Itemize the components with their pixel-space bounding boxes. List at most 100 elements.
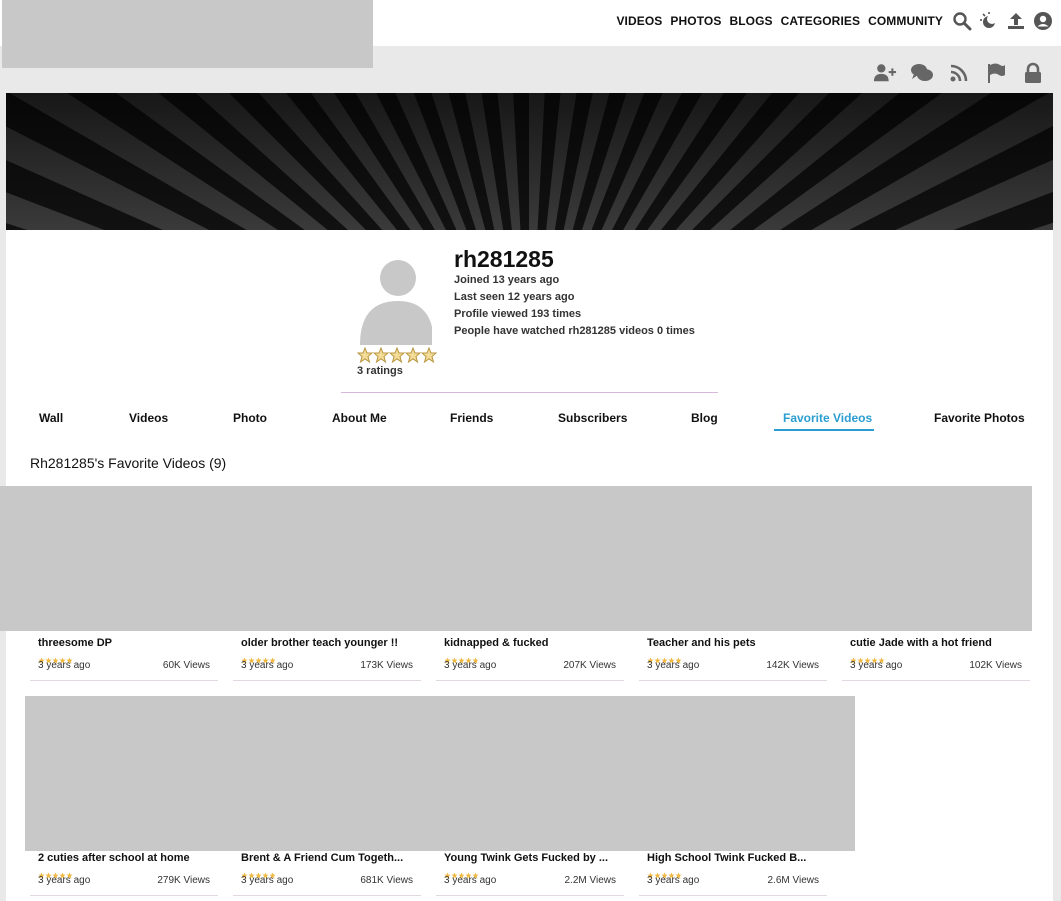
star-icon bbox=[668, 651, 675, 664]
video-star-rating bbox=[38, 651, 73, 664]
banner-rays bbox=[6, 93, 1053, 230]
add-friend-icon[interactable] bbox=[873, 62, 897, 84]
last-seen-text: Last seen 12 years ago bbox=[454, 291, 575, 303]
video-views: 60K Views bbox=[162, 660, 210, 671]
card-divider bbox=[30, 895, 218, 896]
star-icon bbox=[241, 866, 248, 879]
video-title[interactable]: Teacher and his pets bbox=[647, 637, 825, 649]
star-icon bbox=[255, 651, 262, 664]
video-age: 3 years ago bbox=[647, 875, 700, 886]
upload-icon[interactable] bbox=[1006, 10, 1026, 32]
video-title[interactable]: threesome DP bbox=[38, 637, 216, 649]
star-icon bbox=[451, 651, 458, 664]
site-logo[interactable] bbox=[2, 0, 373, 68]
video-age: 3 years ago bbox=[241, 875, 294, 886]
profile-views-text: Profile viewed 193 times bbox=[454, 308, 582, 320]
star-icon bbox=[255, 866, 262, 879]
profile-actions bbox=[873, 62, 1045, 84]
nav-blogs[interactable]: BLOGS bbox=[729, 14, 772, 28]
tab-subscribers[interactable]: Subscribers bbox=[558, 411, 627, 425]
theme-toggle-icon[interactable] bbox=[979, 10, 999, 32]
card-divider bbox=[436, 680, 624, 681]
star-icon bbox=[472, 866, 479, 879]
tab-videos[interactable]: Videos bbox=[129, 411, 168, 425]
star-icon bbox=[668, 866, 675, 879]
card-divider bbox=[30, 680, 218, 681]
section-title: Rh281285's Favorite Videos (9) bbox=[30, 455, 227, 471]
video-star-rating bbox=[444, 866, 479, 879]
video-thumbnails-row-1[interactable] bbox=[0, 486, 1032, 631]
tab-blog[interactable]: Blog bbox=[691, 411, 718, 425]
tab-friends[interactable]: Friends bbox=[450, 411, 493, 425]
star-icon bbox=[38, 651, 45, 664]
star-icon bbox=[52, 651, 59, 664]
video-age: 3 years ago bbox=[647, 660, 700, 671]
video-thumbnails-row-2[interactable] bbox=[25, 696, 855, 851]
star-icon bbox=[465, 651, 472, 664]
message-icon[interactable] bbox=[910, 62, 934, 84]
video-star-rating bbox=[647, 651, 682, 664]
tab-favorite-photos[interactable]: Favorite Photos bbox=[934, 411, 1025, 425]
star-icon bbox=[458, 651, 465, 664]
star-icon bbox=[654, 651, 661, 664]
video-star-rating bbox=[850, 651, 885, 664]
tab-photo[interactable]: Photo bbox=[233, 411, 267, 425]
video-age: 3 years ago bbox=[38, 875, 91, 886]
video-age: 3 years ago bbox=[444, 875, 497, 886]
rss-icon[interactable] bbox=[947, 62, 971, 84]
video-title[interactable]: older brother teach younger !! bbox=[241, 637, 419, 649]
card-divider bbox=[233, 680, 421, 681]
star-icon bbox=[59, 866, 66, 879]
nav-photos[interactable]: PHOTOS bbox=[670, 14, 721, 28]
star-icon bbox=[444, 651, 451, 664]
nav-community[interactable]: COMMUNITY bbox=[868, 14, 943, 28]
tab-favorite-videos[interactable]: Favorite Videos bbox=[783, 411, 872, 425]
star-icon bbox=[52, 866, 59, 879]
search-icon[interactable] bbox=[952, 10, 972, 32]
video-title[interactable]: Young Twink Gets Fucked by ... bbox=[444, 852, 622, 864]
banner-shade bbox=[6, 93, 1053, 230]
card-divider bbox=[639, 680, 827, 681]
star-icon bbox=[661, 866, 668, 879]
tab-wall[interactable]: Wall bbox=[39, 411, 63, 425]
video-views: 681K Views bbox=[360, 875, 413, 886]
video-star-rating bbox=[444, 651, 479, 664]
video-title[interactable]: High School Twink Fucked B... bbox=[647, 852, 825, 864]
star-icon bbox=[864, 651, 871, 664]
star-icon bbox=[850, 651, 857, 664]
nav-videos[interactable]: VIDEOS bbox=[616, 14, 662, 28]
star-icon bbox=[66, 651, 73, 664]
star-icon bbox=[262, 866, 269, 879]
card-divider bbox=[436, 895, 624, 896]
flag-icon[interactable] bbox=[984, 62, 1008, 84]
video-views: 2.2M Views bbox=[564, 875, 616, 886]
star-icon bbox=[45, 651, 52, 664]
star-icon bbox=[444, 866, 451, 879]
star-icon bbox=[857, 651, 864, 664]
star-icon bbox=[675, 651, 682, 664]
star-icon bbox=[675, 866, 682, 879]
star-icon bbox=[248, 651, 255, 664]
video-title[interactable]: Brent & A Friend Cum Togeth... bbox=[241, 852, 419, 864]
avatar bbox=[356, 257, 434, 345]
video-star-rating bbox=[241, 651, 276, 664]
star-icon bbox=[647, 866, 654, 879]
lock-icon[interactable] bbox=[1021, 62, 1045, 84]
video-star-rating bbox=[38, 866, 73, 879]
card-divider bbox=[842, 680, 1030, 681]
card-divider bbox=[639, 895, 827, 896]
video-title[interactable]: 2 cuties after school at home bbox=[38, 852, 216, 864]
star-icon bbox=[404, 346, 422, 368]
star-icon bbox=[420, 346, 438, 368]
video-title[interactable]: kidnapped & fucked bbox=[444, 637, 622, 649]
video-views: 207K Views bbox=[563, 660, 616, 671]
nav-categories[interactable]: CATEGORIES bbox=[781, 14, 860, 28]
video-age: 3 years ago bbox=[444, 660, 497, 671]
tab-about-me[interactable]: About Me bbox=[332, 411, 387, 425]
star-icon bbox=[45, 866, 52, 879]
account-icon[interactable] bbox=[1033, 10, 1053, 32]
video-title[interactable]: cutie Jade with a hot friend bbox=[850, 637, 1028, 649]
star-icon bbox=[878, 651, 885, 664]
star-icon bbox=[248, 866, 255, 879]
star-icon bbox=[465, 866, 472, 879]
